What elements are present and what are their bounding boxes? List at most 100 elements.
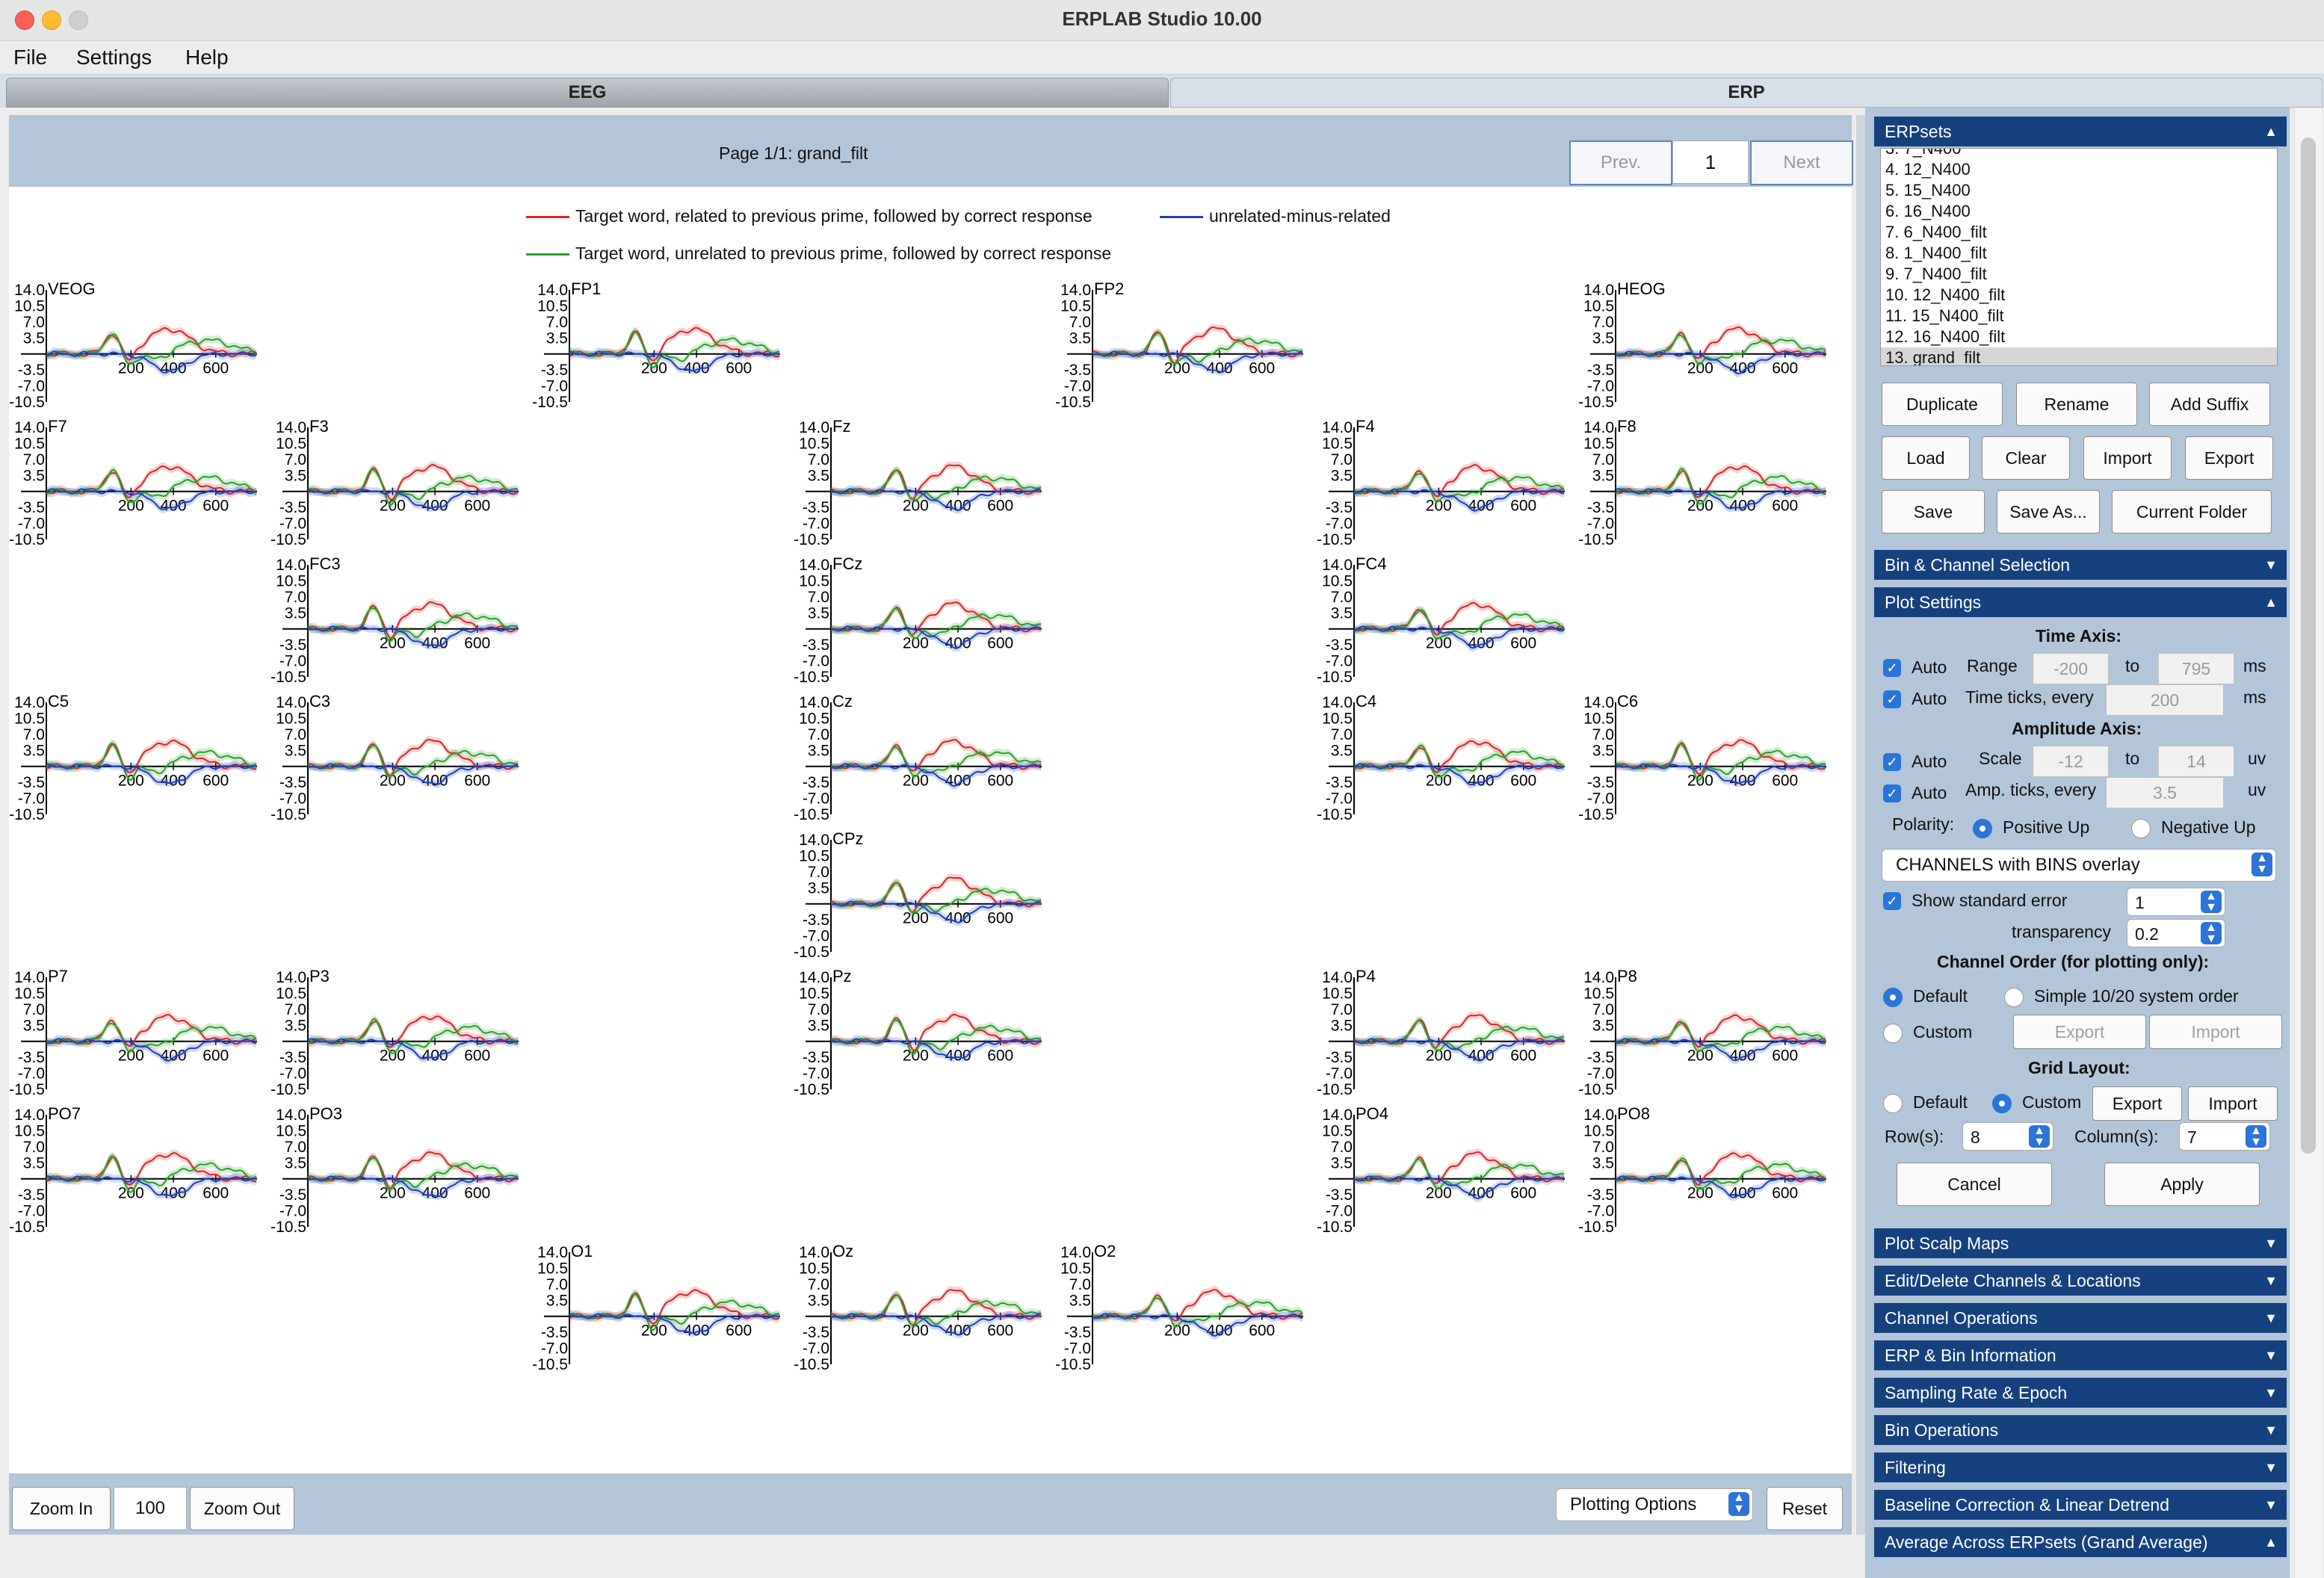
plot-scalp-maps-header[interactable]: Plot Scalp Maps ▼ [1874, 1228, 2287, 1258]
import-button[interactable]: Import [2083, 436, 2172, 480]
y-tick-label: 14.0 [799, 419, 829, 436]
load-button[interactable]: Load [1882, 436, 1970, 480]
menu-file[interactable]: File [13, 46, 47, 69]
grid-import-button[interactable]: Import [2188, 1086, 2278, 1121]
amp-ticks-field[interactable]: 3.5 [2106, 777, 2224, 808]
channel-order-import-button[interactable]: Import [2149, 1015, 2282, 1049]
page-number-field[interactable]: 1 [1672, 140, 1749, 184]
y-tick-label: 14.0 [1322, 1107, 1353, 1124]
channel-label: F7 [48, 417, 67, 436]
prev-page-button[interactable]: Prev. [1569, 140, 1672, 185]
tab-erp[interactable]: ERP [1170, 78, 2323, 108]
grid-export-button[interactable]: Export [2092, 1086, 2182, 1121]
export-button[interactable]: Export [2185, 436, 2273, 480]
plotting-options-dropdown[interactable]: Plotting Options ▲ ▼ [1556, 1488, 1753, 1521]
sampling-rate-epoch-header[interactable]: Sampling Rate & Epoch ▼ [1874, 1378, 2287, 1408]
title-bar: ERPLAB Studio 10.00 [0, 0, 2324, 41]
filtering-header[interactable]: Filtering ▼ [1874, 1452, 2287, 1482]
zoom-value-field[interactable]: 100 [114, 1487, 187, 1530]
channel-operations-header[interactable]: Channel Operations ▼ [1874, 1303, 2287, 1333]
expand-down-icon: ▼ [2264, 1497, 2278, 1512]
erpsets-list[interactable]: 3. 7_N400 4. 12_N400 5. 15_N400 6. 16_N400 7… [1880, 148, 2278, 366]
time-ticks-auto-checkbox[interactable]: ✓ [1883, 690, 1901, 708]
erpset-list-item[interactable]: 4. 12_N400 [1881, 159, 2277, 180]
channel-order-export-button[interactable]: Export [2013, 1015, 2146, 1049]
amp-ticks-auto-checkbox[interactable]: ✓ [1883, 785, 1901, 802]
bin-channel-selection-header[interactable]: Bin & Channel Selection ▼ [1874, 550, 2287, 580]
bin-operations-header[interactable]: Bin Operations ▼ [1874, 1415, 2287, 1445]
edit-delete-channels-header[interactable]: Edit/Delete Channels & Locations ▼ [1874, 1266, 2287, 1296]
grid-custom-radio[interactable] [1992, 1094, 2012, 1113]
y-tick-label: 7.0 [1331, 451, 1353, 468]
erpset-list-item[interactable]: 9. 7_N400_filt [1881, 264, 2277, 285]
erp-bin-information-header[interactable]: ERP & Bin Information ▼ [1874, 1340, 2287, 1370]
channel-plot-c3: 14.010.57.03.5-3.5-7.0-10.5200 400 600C3 [271, 692, 519, 823]
channel-order-custom-radio[interactable] [1883, 1024, 1903, 1043]
channel-plot-fc4: 14.010.57.03.5-3.5-7.0-10.5200 400 600FC4 [1317, 554, 1565, 686]
menu-settings[interactable]: Settings [76, 46, 152, 69]
rows-spinner[interactable]: 8 ▲ ▼ [1962, 1122, 2053, 1151]
erpset-list-item[interactable]: 12. 16_N400_filt [1881, 327, 2277, 347]
y-tick-label: -3.5 [18, 499, 45, 516]
channel-order-custom-label: Custom [1913, 1022, 1973, 1042]
erpset-list-item[interactable]: 5. 15_N400 [1881, 180, 2277, 201]
channel-order-default-radio[interactable] [1883, 988, 1903, 1007]
scale-auto-checkbox[interactable]: ✓ [1883, 753, 1901, 771]
erpset-list-item[interactable]: 10. 12_N400_filt [1881, 285, 2277, 306]
erpset-list-item[interactable]: 6. 16_N400 [1881, 201, 2277, 222]
erpset-list-item[interactable]: 11. 15_N400_filt [1881, 306, 2277, 327]
y-tick-label: 3.5 [1331, 1017, 1353, 1034]
positive-up-radio[interactable] [1973, 819, 1992, 838]
y-tick-label: 3.5 [1069, 1292, 1091, 1309]
tab-eeg[interactable]: EEG [6, 78, 1169, 108]
save-as-button[interactable]: Save As... [1997, 490, 2100, 533]
duplicate-button[interactable]: Duplicate [1882, 383, 2003, 426]
baseline-correction-header[interactable]: Baseline Correction & Linear Detrend ▼ [1874, 1490, 2287, 1520]
range-from-field[interactable]: -200 [2033, 653, 2109, 684]
plot-settings-header[interactable]: Plot Settings ▲ [1874, 587, 2287, 617]
channel-plot-f3: 14.010.57.03.5-3.5-7.0-10.5200 400 600F3 [271, 417, 519, 548]
y-tick-label: -10.5 [271, 1081, 306, 1098]
y-tick-label: 3.5 [808, 604, 829, 622]
time-ticks-field[interactable]: 200 [2106, 684, 2224, 716]
time-range-auto-checkbox[interactable]: ✓ [1883, 659, 1901, 677]
y-tick-label: -7.0 [279, 653, 306, 670]
erpset-list-item[interactable]: 13. grand_filt [1881, 347, 2277, 365]
transparency-spinner[interactable]: 0.2 ▲ ▼ [2127, 919, 2225, 947]
current-folder-button[interactable]: Current Folder [2112, 490, 2272, 533]
next-page-button[interactable]: Next [1750, 140, 1853, 185]
se-spinner[interactable]: 1 ▲ ▼ [2127, 888, 2225, 916]
sidebar-scrollbar[interactable] [2294, 108, 2322, 1578]
reset-button[interactable]: Reset [1767, 1487, 1843, 1530]
grand-average-header[interactable]: Average Across ERPsets (Grand Average) ▲ [1874, 1527, 2287, 1557]
scale-to-field[interactable]: 14 [2158, 746, 2234, 777]
y-tick-label: 3.5 [23, 329, 45, 347]
save-button[interactable]: Save [1882, 490, 1985, 533]
range-to-field[interactable]: 795 [2158, 653, 2234, 684]
rename-button[interactable]: Rename [2016, 383, 2137, 426]
x-tick-label: 600 [1772, 773, 1798, 790]
cancel-button[interactable]: Cancel [1897, 1163, 2052, 1206]
erpset-list-item[interactable]: 7. 6_N400_filt [1881, 222, 2277, 243]
simple-1020-order-radio[interactable] [2004, 988, 2024, 1007]
apply-button[interactable]: Apply [2104, 1163, 2260, 1206]
amplitude-axis-label: Amplitude Axis: [2012, 719, 2142, 738]
panel-splitter[interactable] [1856, 115, 1865, 1535]
sidebar-scroll-thumb[interactable] [2301, 137, 2316, 1154]
scale-from-field[interactable]: -12 [2033, 746, 2109, 777]
zoom-out-button[interactable]: Zoom Out [190, 1487, 294, 1530]
erpset-list-item[interactable]: 8. 1_N400_filt [1881, 243, 2277, 264]
columns-spinner[interactable]: 7 ▲ ▼ [2179, 1122, 2270, 1151]
y-tick-label: -10.5 [271, 806, 306, 823]
grid-default-radio[interactable] [1883, 1094, 1903, 1113]
erpset-list-item[interactable]: 3. 7_N400 [1881, 149, 2277, 159]
overlay-mode-dropdown[interactable]: CHANNELS with BINS overlay ▲ ▼ [1882, 849, 2276, 882]
erpsets-header[interactable]: ERPsets ▲ [1874, 117, 2287, 146]
clear-button[interactable]: Clear [1982, 436, 2070, 480]
negative-up-radio[interactable] [2131, 819, 2151, 838]
zoom-in-button[interactable]: Zoom In [12, 1487, 111, 1530]
show-se-checkbox[interactable]: ✓ [1883, 892, 1901, 910]
menu-help[interactable]: Help [185, 46, 229, 69]
y-tick-label: 7.0 [1592, 1139, 1614, 1156]
add-suffix-button[interactable]: Add Suffix [2149, 383, 2270, 426]
